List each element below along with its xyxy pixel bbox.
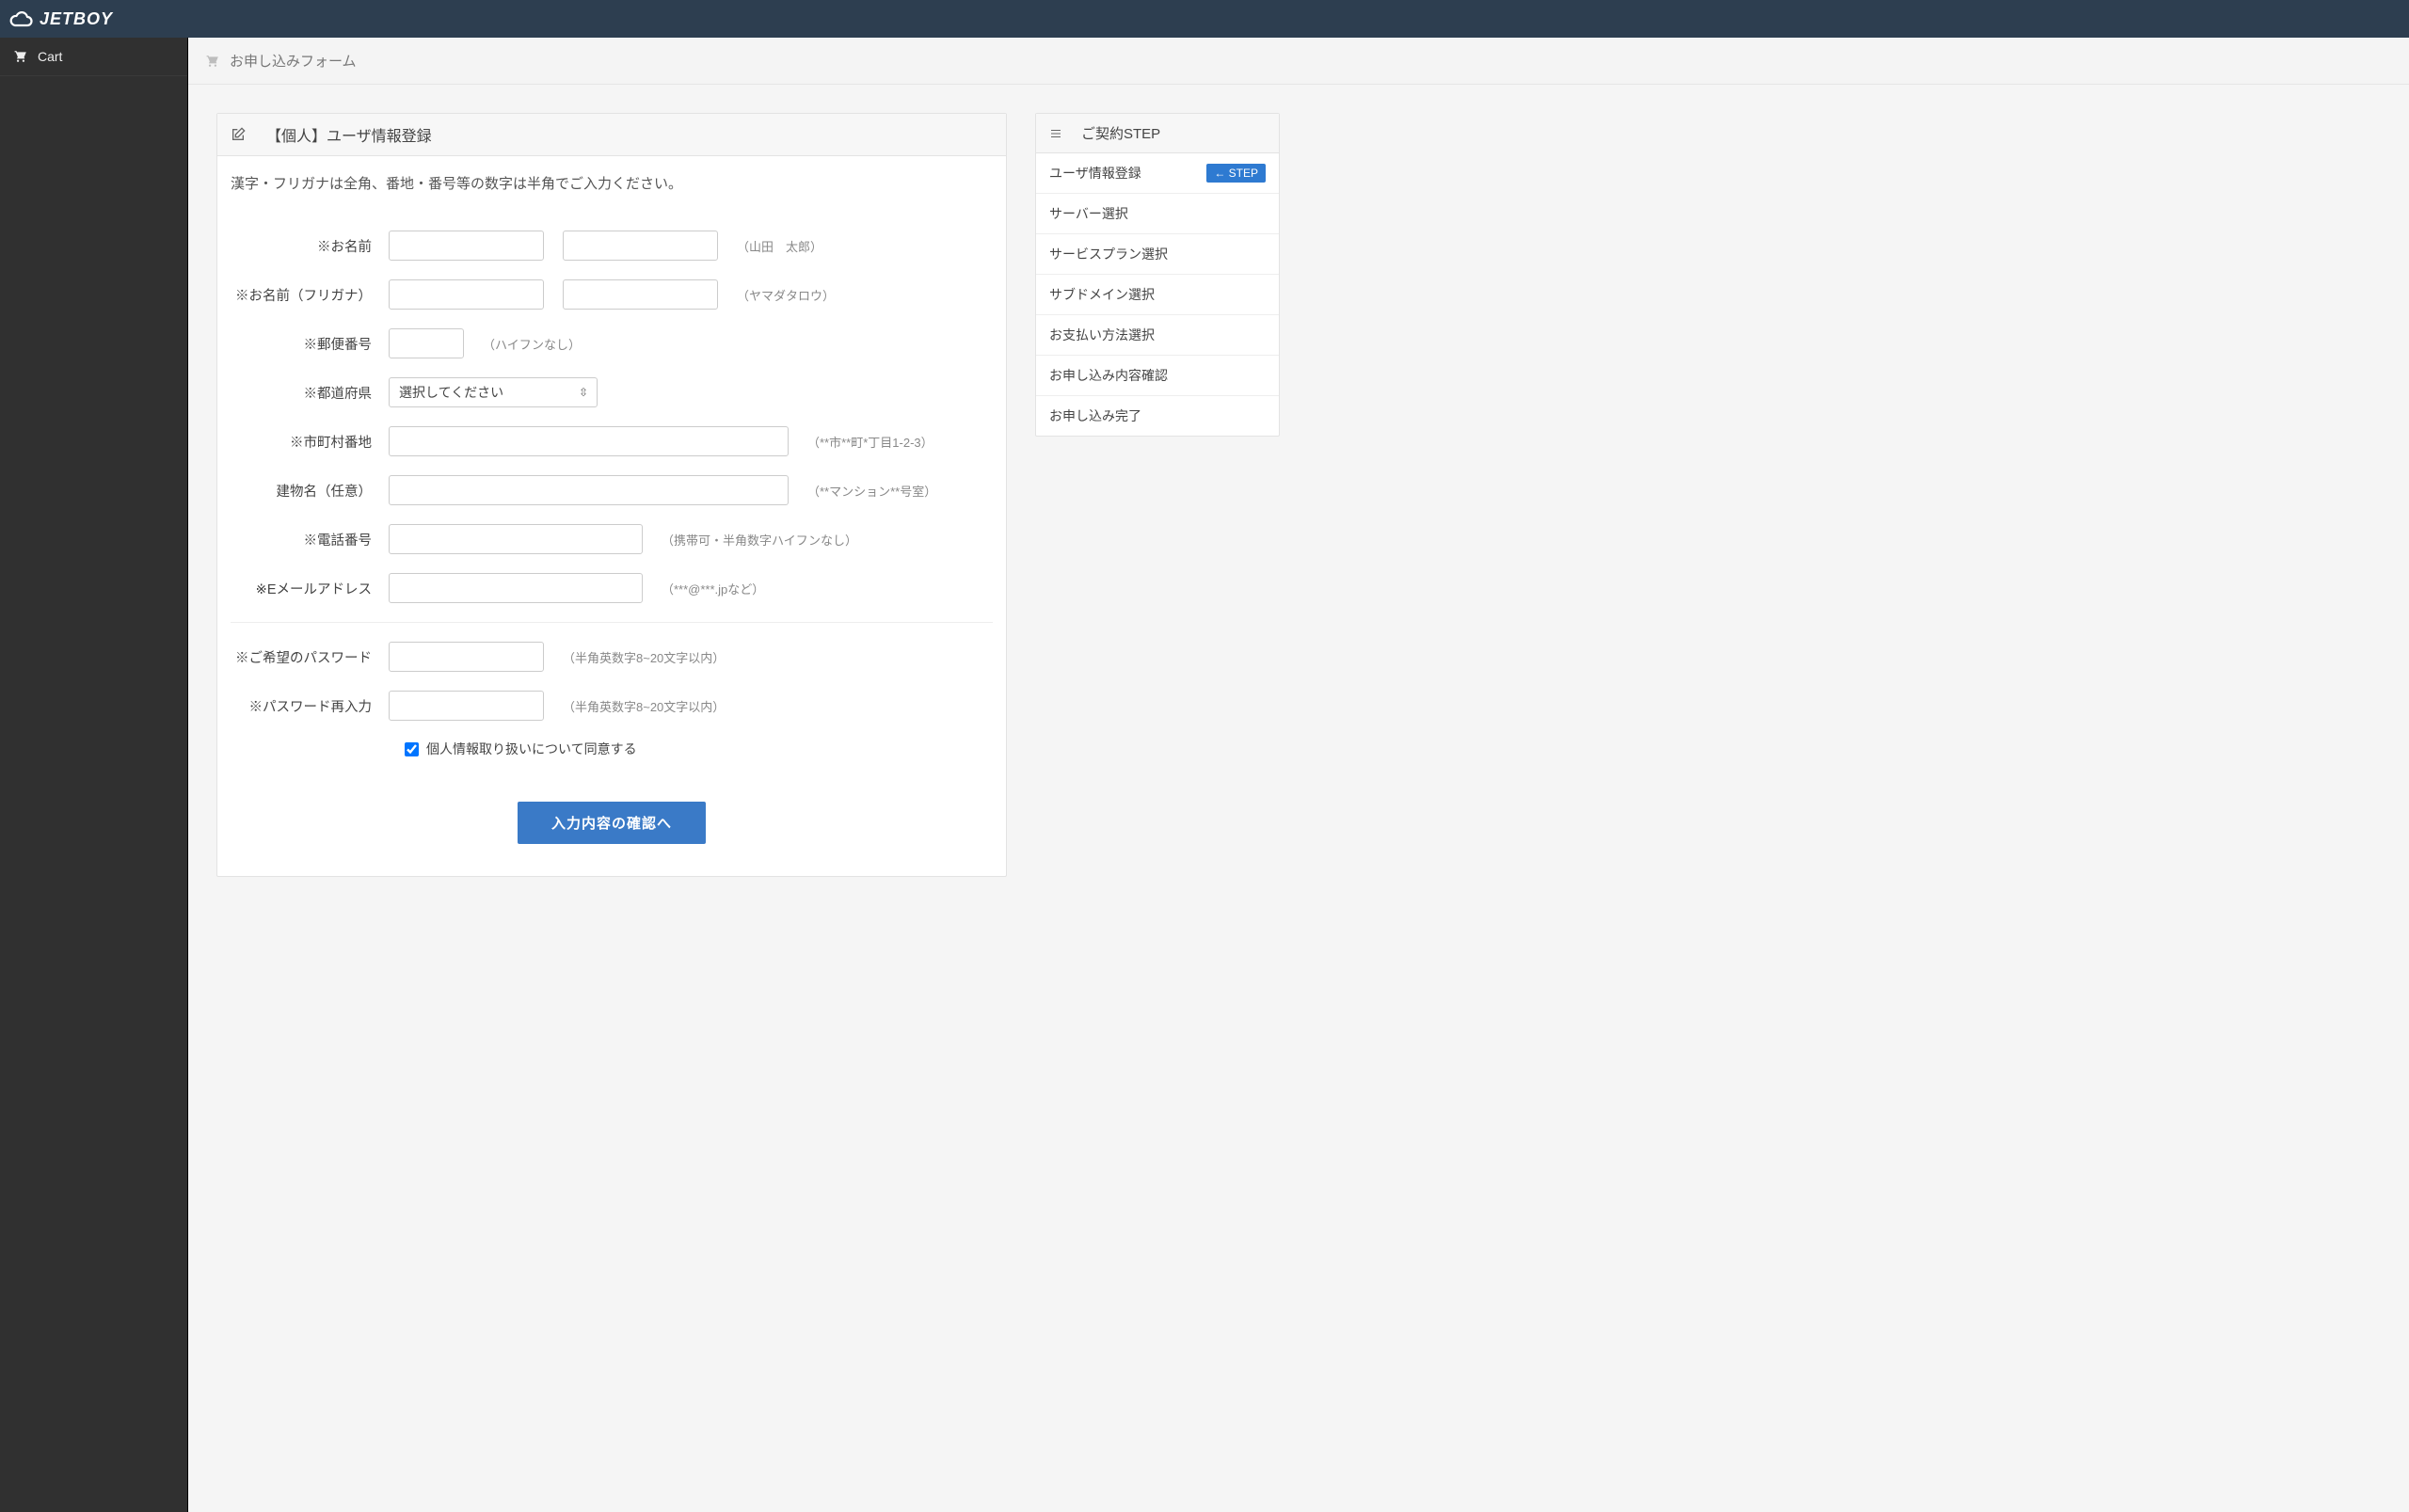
submit-button[interactable]: 入力内容の確認へ <box>518 802 706 844</box>
row-zip: ※郵便番号 （ハイフンなし） <box>231 328 993 358</box>
email-field[interactable] <box>389 573 643 603</box>
step-item-3[interactable]: サブドメイン選択 <box>1036 275 1279 315</box>
row-pw2: ※パスワード再入力 （半角英数字8~20文字以内） <box>231 691 993 721</box>
cloud-icon <box>9 10 34 27</box>
consent-label: 個人情報取り扱いについて同意する <box>426 740 637 758</box>
step-label: お申し込み完了 <box>1049 406 1141 425</box>
name-sei-field[interactable] <box>389 231 544 261</box>
form-panel: 【個人】ユーザ情報登録 漢字・フリガナは全角、番地・番号等の数字は半角でご入力く… <box>216 113 1007 877</box>
breadcrumb-title: お申し込みフォーム <box>230 51 357 71</box>
row-email: ※Eメールアドレス （***@***.jpなど） <box>231 573 993 603</box>
step-item-2[interactable]: サービスプラン選択 <box>1036 234 1279 275</box>
sidebar-item-cart[interactable]: Cart <box>0 38 187 76</box>
password-confirm-field[interactable] <box>389 691 544 721</box>
step-item-1[interactable]: サーバー選択 <box>1036 194 1279 234</box>
row-kana: ※お名前（フリガナ） （ヤマダタロウ） <box>231 279 993 310</box>
step-label: お申し込み内容確認 <box>1049 366 1168 385</box>
cart-icon <box>205 55 220 68</box>
pref-select[interactable]: 選択してください <box>389 377 598 407</box>
hint-kana: （ヤマダタロウ） <box>737 286 835 304</box>
label-tel: ※電話番号 <box>231 530 389 549</box>
hint-email: （***@***.jpなど） <box>662 580 764 597</box>
name-mei-field[interactable] <box>563 231 718 261</box>
breadcrumb: お申し込みフォーム <box>188 38 2409 85</box>
label-pw2: ※パスワード再入力 <box>231 696 389 716</box>
form-instruction: 漢字・フリガナは全角、番地・番号等の数字は半角でご入力ください。 <box>217 156 1006 202</box>
hint-bldg: （**マンション**号室） <box>807 482 936 500</box>
hint-tel: （携帯可・半角数字ハイフンなし） <box>662 531 857 549</box>
hint-pw2: （半角英数字8~20文字以内） <box>563 697 725 715</box>
label-zip: ※郵便番号 <box>231 334 389 354</box>
steps-list: ユーザ情報登録 ← STEP サーバー選択 サービスプラン選択 サブドメイン選択… <box>1036 153 1279 436</box>
row-tel: ※電話番号 （携帯可・半角数字ハイフンなし） <box>231 524 993 554</box>
hint-city: （**市**町*丁目1-2-3） <box>807 433 933 451</box>
step-item-6[interactable]: お申し込み完了 <box>1036 396 1279 436</box>
steps-header: ご契約STEP <box>1036 114 1279 153</box>
form-panel-title: 【個人】ユーザ情報登録 <box>266 123 432 146</box>
consent-checkbox[interactable] <box>405 742 419 756</box>
hint-zip: （ハイフンなし） <box>483 335 581 353</box>
step-label: ユーザ情報登録 <box>1049 164 1141 183</box>
steps-panel: ご契約STEP ユーザ情報登録 ← STEP サーバー選択 サービスプラン選択 … <box>1035 113 1280 437</box>
cart-icon <box>13 50 28 63</box>
logo[interactable]: JETBOY <box>9 9 113 29</box>
divider <box>231 622 993 623</box>
step-item-4[interactable]: お支払い方法選択 <box>1036 315 1279 356</box>
kana-mei-field[interactable] <box>563 279 718 310</box>
row-pref: ※都道府県 選択してください ⇳ <box>231 377 993 407</box>
label-name: ※お名前 <box>231 236 389 256</box>
hint-pw: （半角英数字8~20文字以内） <box>563 648 725 666</box>
row-bldg: 建物名（任意） （**マンション**号室） <box>231 475 993 505</box>
step-current-badge: ← STEP <box>1206 164 1266 183</box>
list-icon <box>1049 128 1062 139</box>
zip-field[interactable] <box>389 328 464 358</box>
kana-sei-field[interactable] <box>389 279 544 310</box>
row-pw: ※ご希望のパスワード （半角英数字8~20文字以内） <box>231 642 993 672</box>
step-label: サブドメイン選択 <box>1049 285 1155 304</box>
topbar: JETBOY <box>0 0 2409 38</box>
tel-field[interactable] <box>389 524 643 554</box>
label-pref: ※都道府県 <box>231 383 389 403</box>
step-label: サービスプラン選択 <box>1049 245 1168 263</box>
consent-row: 個人情報取り扱いについて同意する <box>405 740 993 758</box>
label-bldg: 建物名（任意） <box>231 481 389 501</box>
label-email: ※Eメールアドレス <box>231 579 389 598</box>
sidebar: Cart <box>0 38 188 1512</box>
sidebar-item-label: Cart <box>38 49 62 64</box>
bldg-field[interactable] <box>389 475 789 505</box>
edit-icon <box>231 127 246 142</box>
step-label: サーバー選択 <box>1049 204 1128 223</box>
form-panel-header: 【個人】ユーザ情報登録 <box>217 114 1006 156</box>
label-city: ※市町村番地 <box>231 432 389 452</box>
step-item-5[interactable]: お申し込み内容確認 <box>1036 356 1279 396</box>
steps-title: ご契約STEP <box>1081 123 1160 143</box>
step-label: お支払い方法選択 <box>1049 326 1155 344</box>
row-city: ※市町村番地 （**市**町*丁目1-2-3） <box>231 426 993 456</box>
city-field[interactable] <box>389 426 789 456</box>
logo-text: JETBOY <box>40 9 113 29</box>
hint-name: （山田 太郎） <box>737 237 822 255</box>
main: お申し込みフォーム 【個人】ユーザ情報登録 漢字・フリガナは全角、番地・番号等の… <box>188 38 2409 1512</box>
row-name: ※お名前 （山田 太郎） <box>231 231 993 261</box>
label-pw: ※ご希望のパスワード <box>231 647 389 667</box>
step-item-0[interactable]: ユーザ情報登録 ← STEP <box>1036 153 1279 194</box>
label-kana: ※お名前（フリガナ） <box>231 285 389 305</box>
password-field[interactable] <box>389 642 544 672</box>
